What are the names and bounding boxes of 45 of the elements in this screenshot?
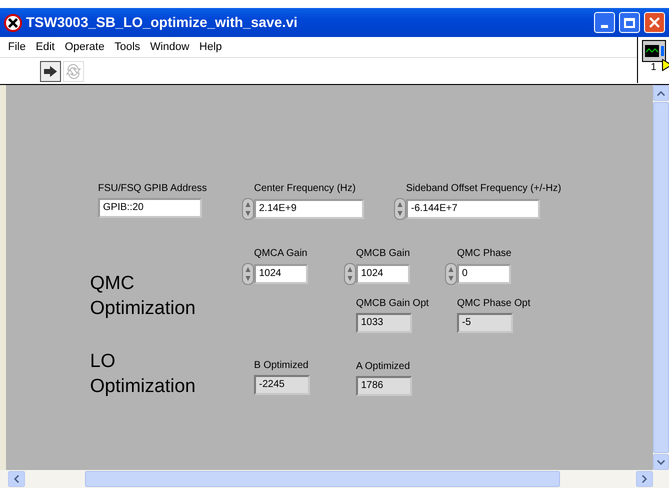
numeric-indicator: -5 <box>457 313 513 333</box>
control-label: Center Frequency (Hz) <box>254 182 357 196</box>
control-label: Sideband Offset Frequency (+/-Hz) <box>406 182 562 196</box>
section-heading: QMC Optimization <box>90 272 197 321</box>
menu-item[interactable]: Edit <box>36 38 55 56</box>
control-label: FSU/FSQ GPIB Address <box>98 182 207 196</box>
close-button[interactable] <box>644 12 665 33</box>
input-field[interactable]: 1024 <box>356 264 410 284</box>
input-field[interactable]: -6.144E+7 <box>406 199 540 219</box>
close-icon <box>649 17 660 28</box>
control-label: A Optimized <box>356 360 411 374</box>
app-icon <box>4 14 22 32</box>
window-title: TSW3003_SB_LO_optimize_with_save.vi <box>26 13 299 32</box>
arrow-icon <box>43 64 58 78</box>
spinner-icon[interactable] <box>242 263 254 285</box>
maximize-button[interactable] <box>619 12 640 33</box>
menu-item[interactable]: Tools <box>114 38 140 56</box>
numeric-indicator: 1786 <box>356 376 412 396</box>
spinner-icon[interactable] <box>394 198 406 220</box>
run-button[interactable] <box>40 60 61 82</box>
control-label: QMC Phase Opt <box>457 297 530 311</box>
oscilloscope-icon <box>642 40 666 62</box>
vertical-scrollbar[interactable] <box>653 85 669 470</box>
control-label: QMCB Gain Opt <box>356 297 429 311</box>
input-field[interactable]: 2.14E+9 <box>254 199 364 219</box>
input-field[interactable]: 0 <box>457 264 511 284</box>
menu-item[interactable]: Help <box>199 38 222 56</box>
spinner-icon[interactable] <box>344 263 356 285</box>
numeric-indicator: 1033 <box>356 313 412 333</box>
vi-icon-label: 1 <box>650 62 656 73</box>
control-label: B Optimized <box>254 359 310 373</box>
menu-item[interactable]: Operate <box>64 38 104 56</box>
control-label: QMCA Gain <box>254 247 308 261</box>
menu-item[interactable]: Window <box>150 38 190 56</box>
spinner-icon[interactable] <box>242 198 254 220</box>
section-heading: LO Optimization <box>90 350 197 399</box>
spinner-icon[interactable] <box>445 263 457 285</box>
control-label: QMC Phase <box>457 247 512 261</box>
input-field[interactable]: 1024 <box>254 264 308 284</box>
loop-arrows-icon <box>66 64 81 78</box>
control-label: QMCB Gain <box>356 247 410 261</box>
numeric-indicator: -2245 <box>254 375 310 395</box>
menu-item[interactable]: File <box>8 38 26 56</box>
input-field[interactable]: GPIB::20 <box>98 198 202 218</box>
minimize-button[interactable] <box>594 12 615 33</box>
